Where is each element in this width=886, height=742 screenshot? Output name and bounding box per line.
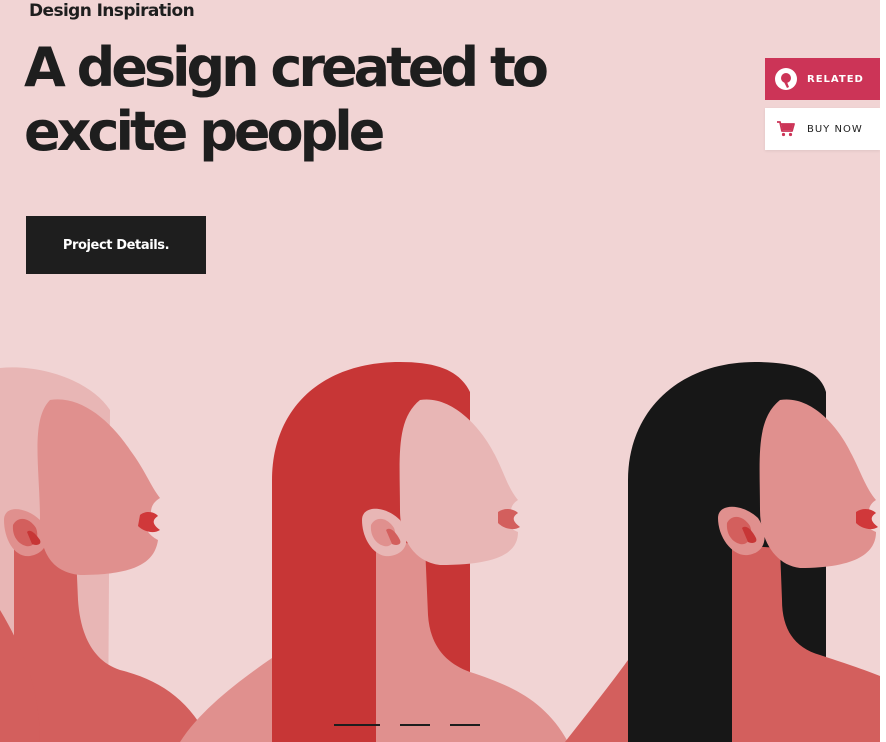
project-details-button[interactable]: Project Details. <box>26 216 206 274</box>
figure-black-hair <box>565 362 880 742</box>
slider-dot-1[interactable] <box>334 724 380 726</box>
slider-dot-2[interactable] <box>400 724 430 726</box>
figure-red-hair <box>180 362 568 742</box>
eyebrow-label: Design Inspiration <box>29 1 195 21</box>
headline-line-2: excite people <box>24 100 385 163</box>
headline-line-1: A design created to <box>24 36 549 99</box>
buy-now-label: BUY NOW <box>807 123 863 135</box>
page-scrollbar[interactable] <box>880 0 886 742</box>
related-label: RELATED <box>807 73 864 85</box>
figure-light-hair <box>0 367 210 742</box>
buy-now-button[interactable]: BUY NOW <box>765 108 880 150</box>
related-logo-icon <box>774 67 798 91</box>
related-button[interactable]: RELATED <box>765 58 880 100</box>
cart-icon <box>774 117 798 141</box>
hero-headline: A design created to excite people <box>24 36 584 164</box>
slider-dot-3[interactable] <box>450 724 480 726</box>
hero-section: Design Inspiration A design created to e… <box>0 0 880 742</box>
